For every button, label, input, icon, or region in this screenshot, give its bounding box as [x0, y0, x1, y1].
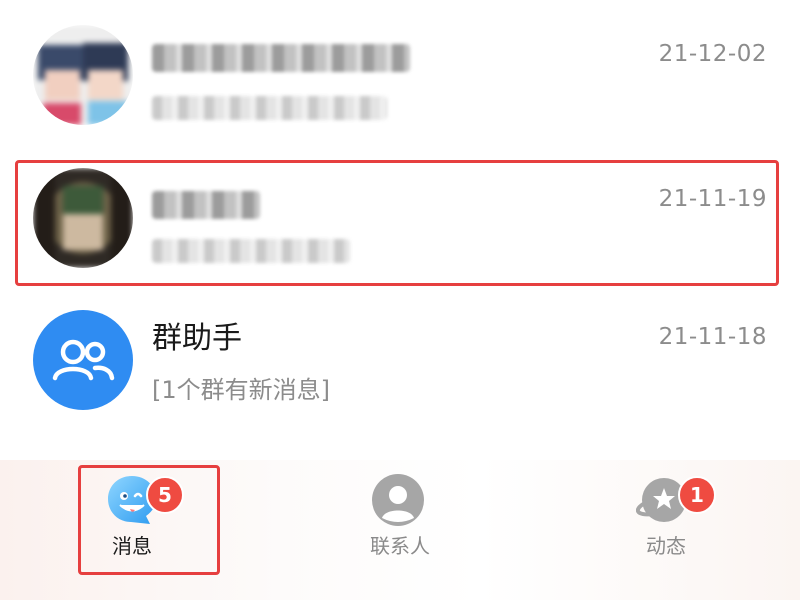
app-screen: 21-12-02 21-11-19 群助手 [1个群有新消息] 21-11-18… — [0, 0, 800, 600]
conversation-time: 21-11-18 — [658, 324, 767, 350]
tab-highlight-frame — [78, 465, 220, 575]
tab-label: 动态 — [646, 534, 686, 558]
conversation-highlight-frame — [15, 160, 779, 286]
tab-moments[interactable]: 1 动态 — [596, 460, 736, 570]
blurred-title — [152, 44, 410, 72]
conversation-time: 21-12-02 — [658, 41, 767, 67]
conversation-item[interactable]: 21-12-02 — [0, 10, 800, 150]
tab-label: 联系人 — [370, 534, 430, 558]
conversation-item-group-assistant[interactable]: 群助手 [1个群有新消息] 21-11-18 — [0, 293, 800, 433]
group-assistant-icon — [33, 310, 133, 410]
conversation-title: 群助手 — [152, 321, 242, 356]
notification-badge: 1 — [678, 476, 716, 514]
blurred-preview — [152, 96, 387, 120]
contacts-icon — [370, 472, 426, 528]
conversation-preview: [1个群有新消息] — [152, 376, 330, 404]
tab-contacts[interactable]: 联系人 — [330, 460, 470, 570]
blurred-avatar-icon — [33, 25, 133, 125]
